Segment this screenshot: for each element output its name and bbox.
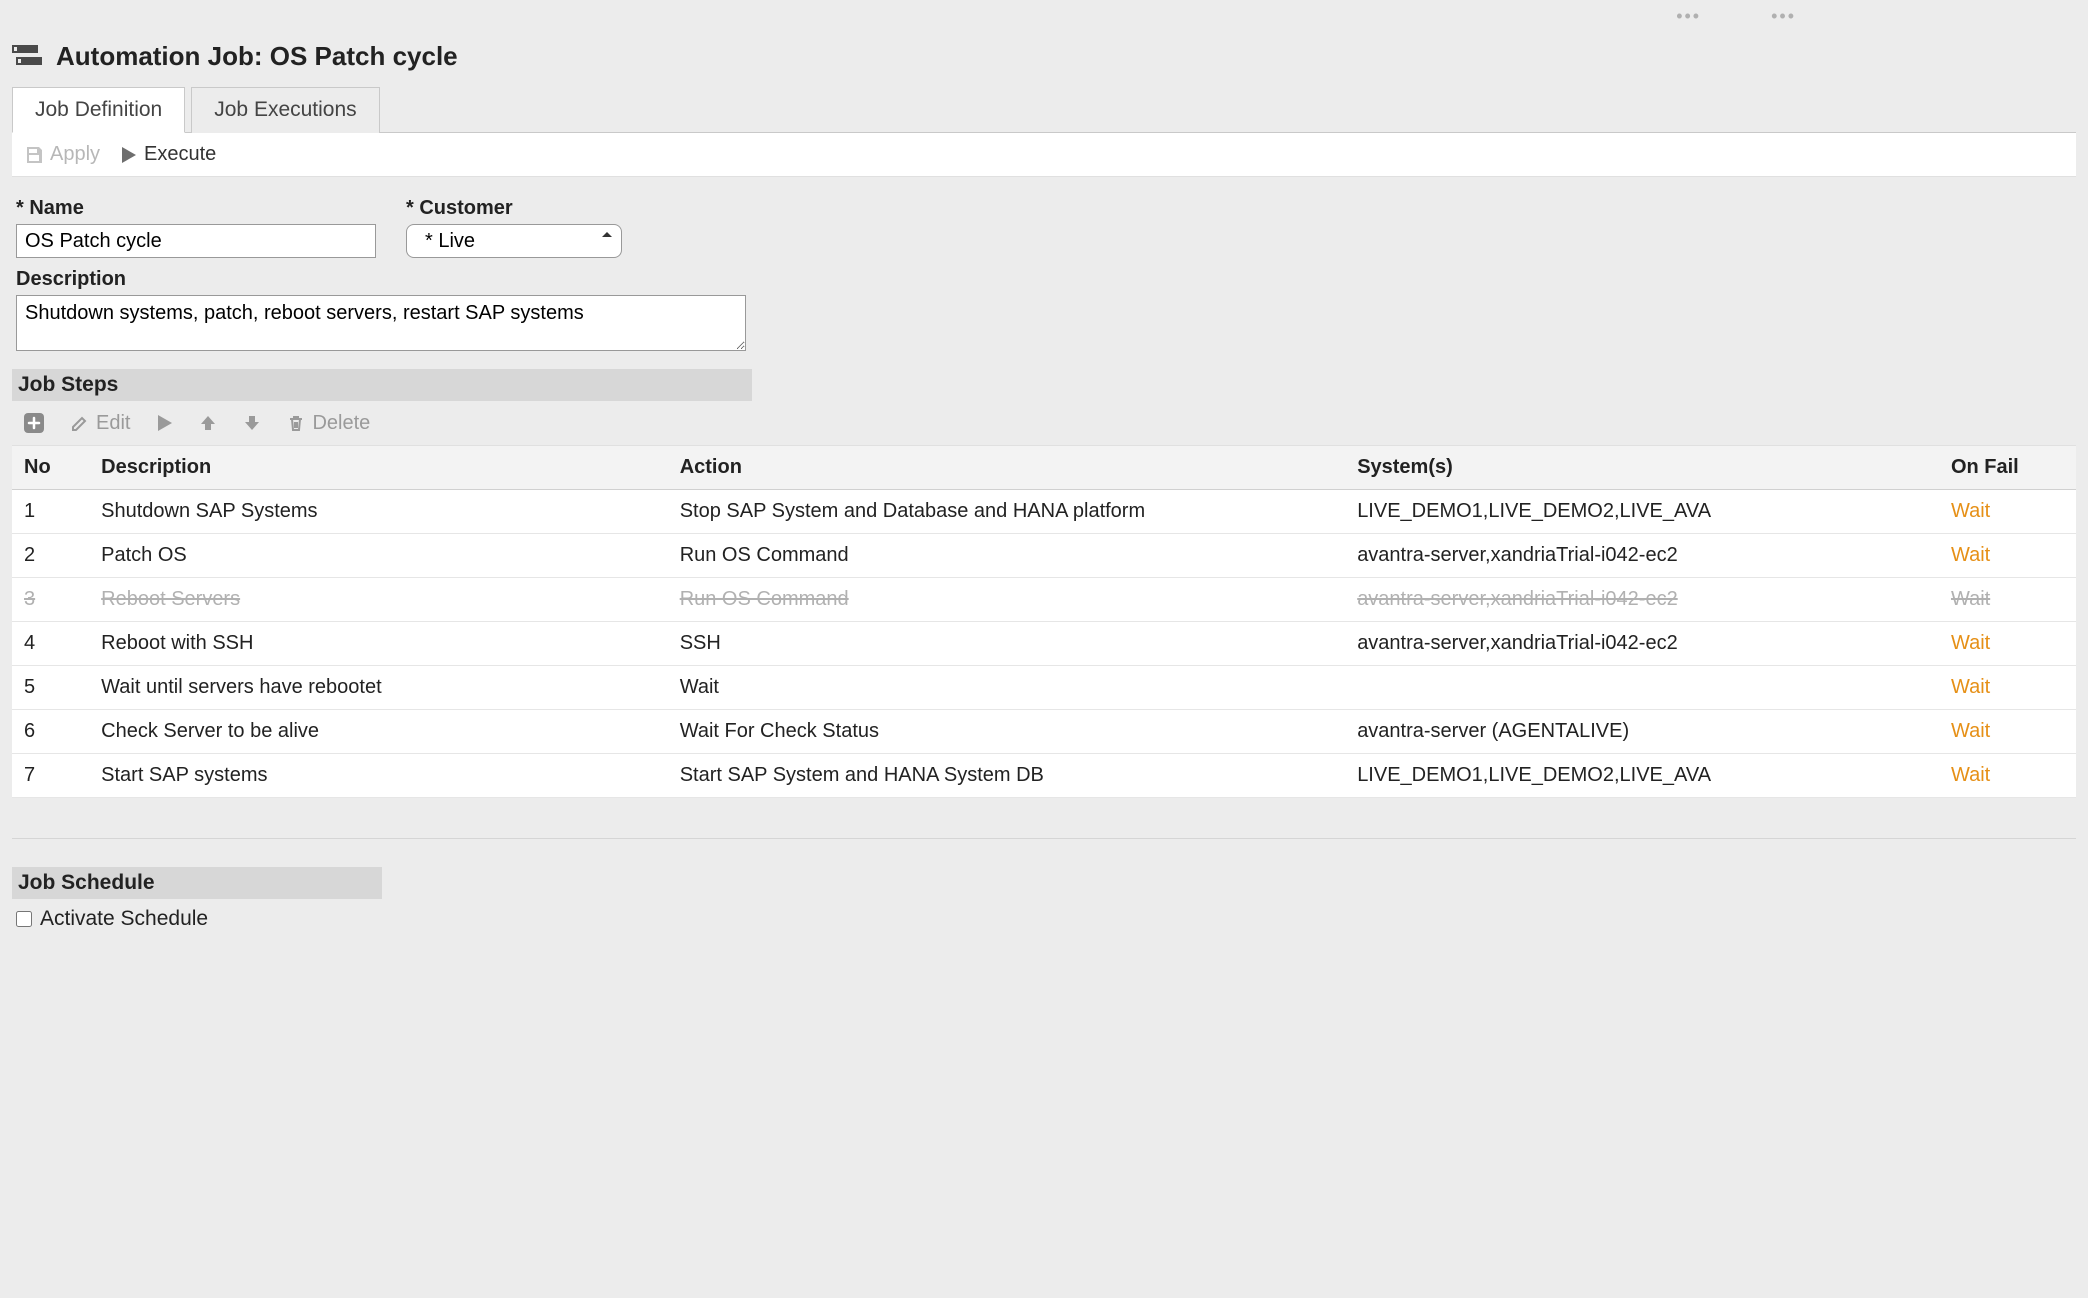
- table-cell: Wait until servers have rebootet: [89, 666, 668, 710]
- table-cell: Start SAP systems: [89, 754, 668, 798]
- table-cell: 2: [12, 534, 89, 578]
- table-cell: Wait: [1939, 490, 2076, 534]
- table-cell: avantra-server,xandriaTrial-i042-ec2: [1345, 622, 1939, 666]
- table-cell: Start SAP System and HANA System DB: [668, 754, 1346, 798]
- divider: [12, 838, 2076, 839]
- col-action[interactable]: Action: [668, 446, 1346, 490]
- table-cell: 3: [12, 578, 89, 622]
- job-schedule-header: Job Schedule: [12, 867, 382, 899]
- table-cell: Wait: [668, 666, 1346, 710]
- trash-icon: [286, 413, 306, 433]
- apply-button[interactable]: Apply: [18, 141, 106, 168]
- table-cell: LIVE_DEMO1,LIVE_DEMO2,LIVE_AVA: [1345, 754, 1939, 798]
- save-icon: [24, 145, 44, 165]
- table-cell: Shutdown SAP Systems: [89, 490, 668, 534]
- col-description[interactable]: Description: [89, 446, 668, 490]
- activate-schedule-label: Activate Schedule: [40, 907, 208, 931]
- table-cell: 7: [12, 754, 89, 798]
- ellipsis-icon[interactable]: •••: [1676, 6, 1701, 27]
- table-row[interactable]: 6Check Server to be aliveWait For Check …: [12, 710, 2076, 754]
- table-cell: Wait: [1939, 578, 2076, 622]
- activate-schedule-row[interactable]: Activate Schedule: [12, 899, 2076, 939]
- table-cell: [1345, 666, 1939, 710]
- page-title: Automation Job: OS Patch cycle: [56, 41, 458, 72]
- ellipsis-icon[interactable]: •••: [1771, 6, 1796, 27]
- table-cell: Check Server to be alive: [89, 710, 668, 754]
- execute-button[interactable]: Execute: [112, 141, 222, 168]
- play-icon: [154, 413, 174, 433]
- tabs: Job Definition Job Executions: [12, 86, 2076, 133]
- tab-job-definition[interactable]: Job Definition: [12, 87, 185, 133]
- table-cell: Stop SAP System and Database and HANA pl…: [668, 490, 1346, 534]
- table-cell: 4: [12, 622, 89, 666]
- arrow-down-icon: [242, 413, 262, 433]
- delete-step-button[interactable]: Delete: [286, 412, 370, 435]
- table-cell: Reboot with SSH: [89, 622, 668, 666]
- table-cell: SSH: [668, 622, 1346, 666]
- customer-label: * Customer: [406, 197, 622, 220]
- steps-toolbar: Edit Delete: [12, 401, 2076, 445]
- table-cell: 6: [12, 710, 89, 754]
- table-cell: Wait: [1939, 710, 2076, 754]
- action-toolbar: Apply Execute: [12, 133, 2076, 177]
- table-row[interactable]: 5Wait until servers have rebootetWaitWai…: [12, 666, 2076, 710]
- edit-step-button[interactable]: Edit: [70, 412, 130, 435]
- name-input[interactable]: [16, 224, 376, 258]
- description-textarea[interactable]: [16, 295, 746, 351]
- table-cell: Run OS Command: [668, 534, 1346, 578]
- table-cell: Reboot Servers: [89, 578, 668, 622]
- run-step-button[interactable]: [154, 413, 174, 433]
- col-onfail[interactable]: On Fail: [1939, 446, 2076, 490]
- moveup-step-button[interactable]: [198, 413, 218, 433]
- table-cell: Wait: [1939, 754, 2076, 798]
- table-cell: Wait For Check Status: [668, 710, 1346, 754]
- movedown-step-button[interactable]: [242, 413, 262, 433]
- arrow-up-icon: [198, 413, 218, 433]
- play-icon: [118, 145, 138, 165]
- table-cell: 1: [12, 490, 89, 534]
- table-cell: 5: [12, 666, 89, 710]
- plus-square-icon: [22, 411, 46, 435]
- job-steps-header: Job Steps: [12, 369, 752, 401]
- table-cell: Patch OS: [89, 534, 668, 578]
- table-row[interactable]: 4Reboot with SSHSSHavantra-server,xandri…: [12, 622, 2076, 666]
- table-row[interactable]: 2Patch OSRun OS Commandavantra-server,xa…: [12, 534, 2076, 578]
- activate-schedule-checkbox[interactable]: [16, 911, 32, 927]
- automation-job-icon: [12, 45, 42, 69]
- table-cell: Wait: [1939, 666, 2076, 710]
- header-menus: ••• •••: [12, 0, 2076, 27]
- table-cell: Run OS Command: [668, 578, 1346, 622]
- table-row[interactable]: 1Shutdown SAP SystemsStop SAP System and…: [12, 490, 2076, 534]
- steps-table: No Description Action System(s) On Fail …: [12, 445, 2076, 798]
- table-row[interactable]: 7Start SAP systemsStart SAP System and H…: [12, 754, 2076, 798]
- table-cell: Wait: [1939, 622, 2076, 666]
- add-step-button[interactable]: [22, 411, 46, 435]
- table-cell: avantra-server (AGENTALIVE): [1345, 710, 1939, 754]
- table-cell: LIVE_DEMO1,LIVE_DEMO2,LIVE_AVA: [1345, 490, 1939, 534]
- tab-job-executions[interactable]: Job Executions: [191, 87, 379, 133]
- table-cell: Wait: [1939, 534, 2076, 578]
- name-label: * Name: [16, 197, 376, 220]
- col-no[interactable]: No: [12, 446, 89, 490]
- pencil-icon: [70, 413, 90, 433]
- description-label: Description: [16, 268, 2072, 291]
- table-row[interactable]: 3Reboot ServersRun OS Commandavantra-ser…: [12, 578, 2076, 622]
- customer-select[interactable]: * Live: [406, 224, 622, 258]
- col-systems[interactable]: System(s): [1345, 446, 1939, 490]
- table-cell: avantra-server,xandriaTrial-i042-ec2: [1345, 534, 1939, 578]
- table-cell: avantra-server,xandriaTrial-i042-ec2: [1345, 578, 1939, 622]
